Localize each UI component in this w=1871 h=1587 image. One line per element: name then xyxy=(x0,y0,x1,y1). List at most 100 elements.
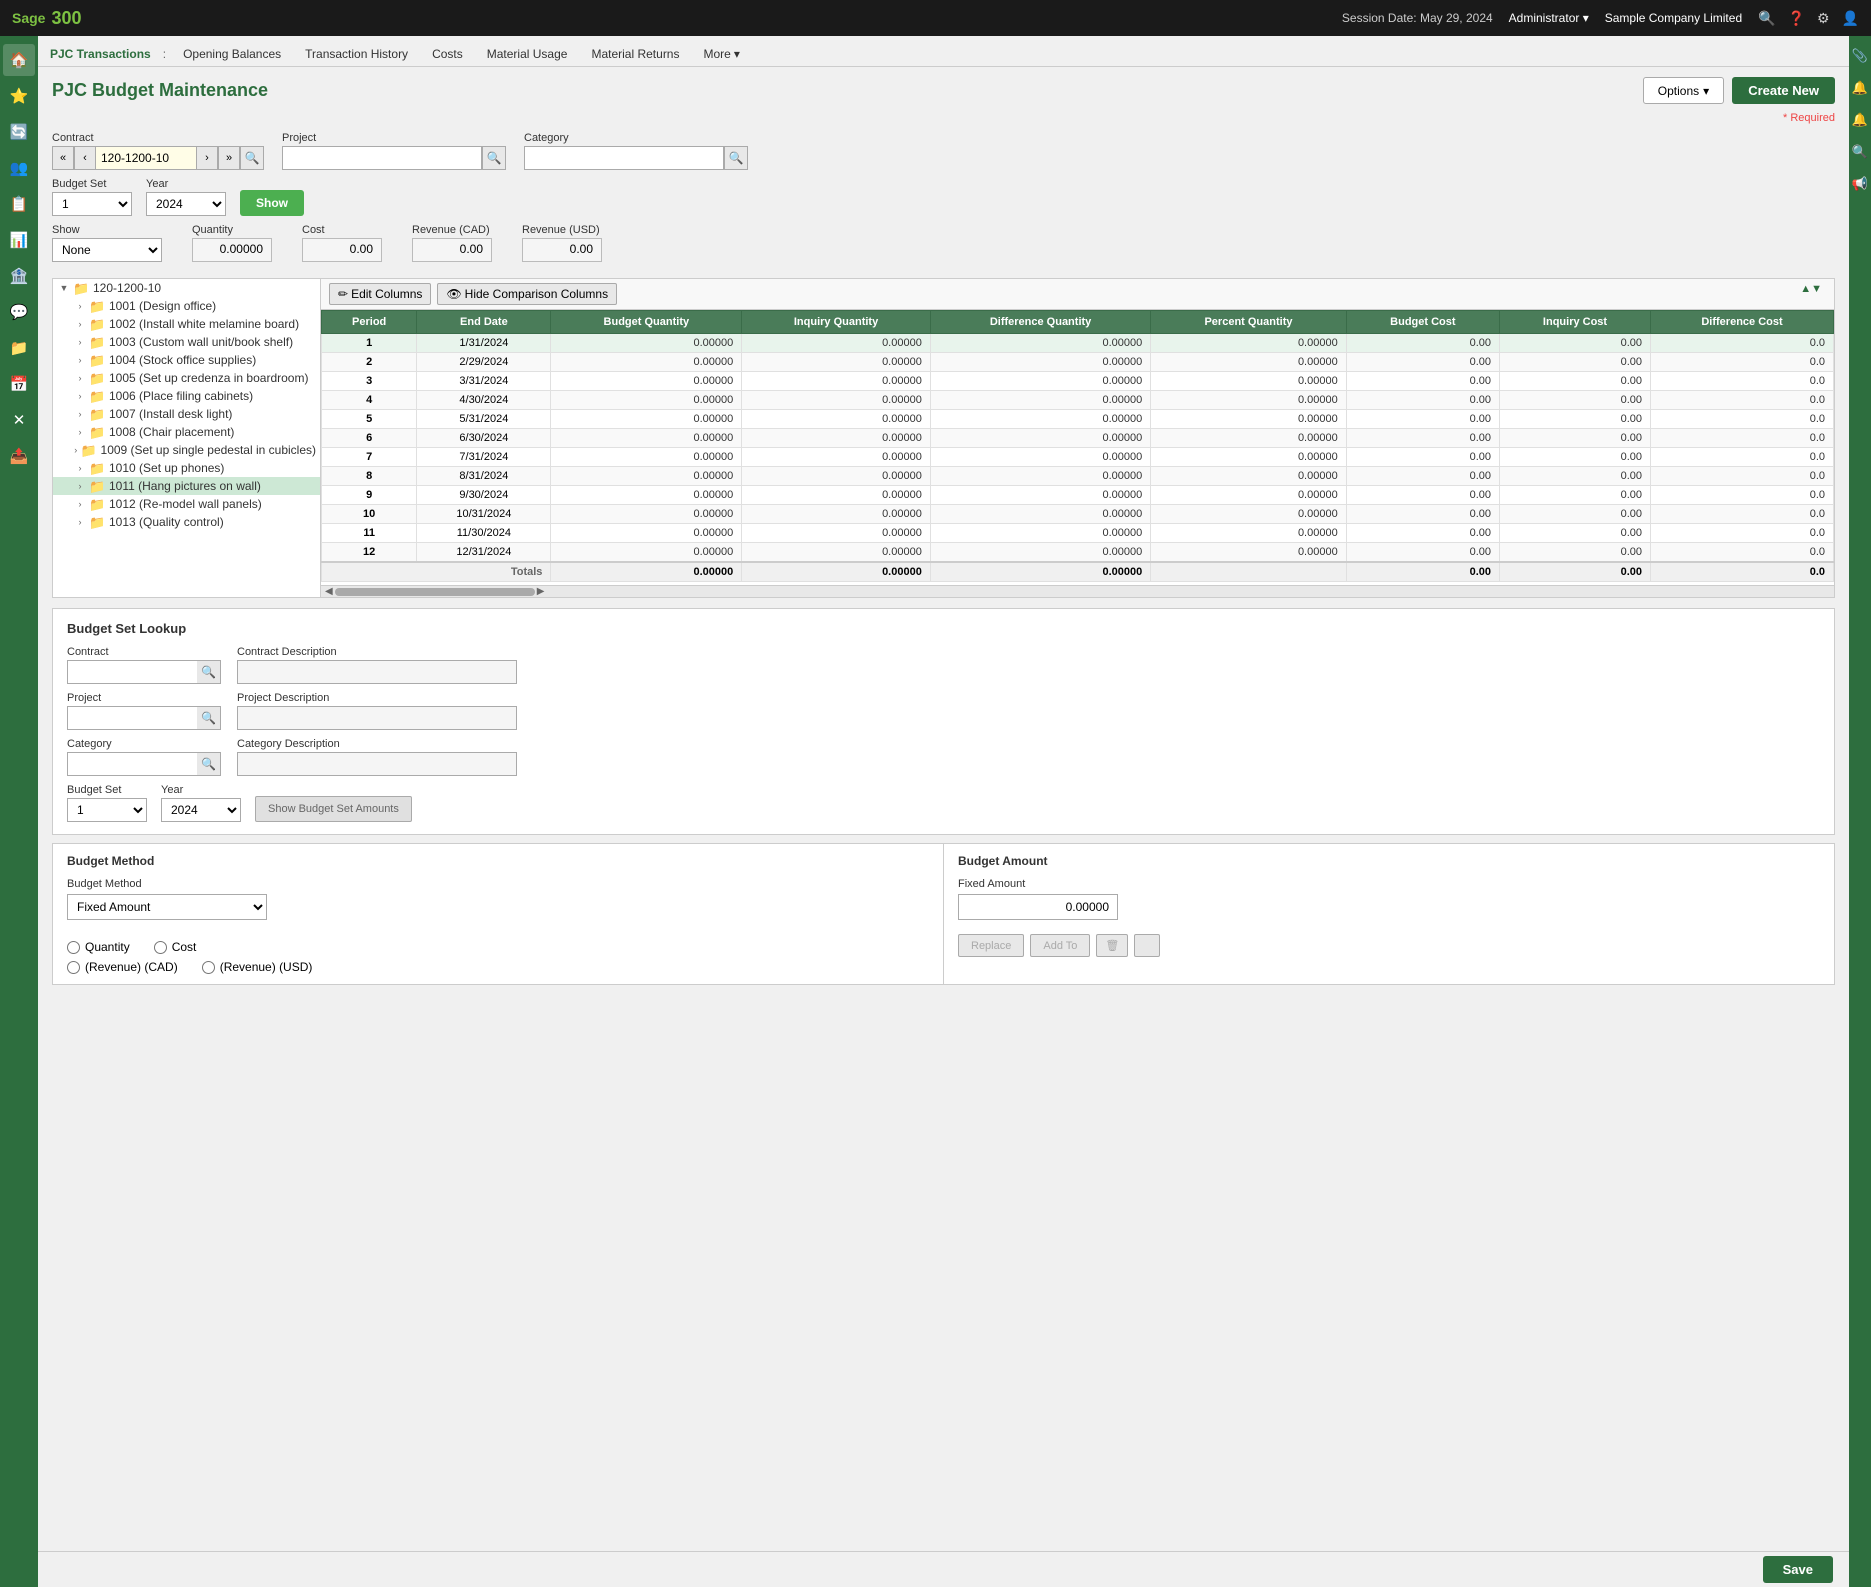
lookup-budget-set-select[interactable]: 1 xyxy=(67,798,147,822)
cell-period: 8 xyxy=(322,467,417,486)
contract-input[interactable] xyxy=(96,146,196,170)
tab-more[interactable]: More ▾ xyxy=(692,42,750,66)
radio-cost[interactable]: Cost xyxy=(154,940,197,954)
sidebar-recent[interactable]: 🔄 xyxy=(3,116,35,148)
right-announce-icon[interactable]: 📢 xyxy=(1851,172,1869,196)
right-bell-icon-2[interactable]: 🔔 xyxy=(1851,108,1869,132)
data-grid[interactable]: Period End Date Budget Quantity Inquiry … xyxy=(321,310,1834,585)
nav-group-label[interactable]: PJC Transactions xyxy=(50,47,151,61)
show-button[interactable]: Show xyxy=(240,190,304,216)
tab-transaction-history[interactable]: Transaction History xyxy=(294,42,419,66)
contract-first-btn[interactable]: « xyxy=(52,146,74,170)
scroll-thumb[interactable] xyxy=(335,588,535,596)
tree-item[interactable]: › 📁 1006 (Place filing cabinets) xyxy=(53,387,320,405)
sidebar-banking[interactable]: 🏦 xyxy=(3,260,35,292)
user-icon[interactable]: 👤 xyxy=(1842,10,1859,27)
tree-item[interactable]: › 📁 1012 (Re-model wall panels) xyxy=(53,495,320,513)
tree-item[interactable]: › 📁 1003 (Custom wall unit/book shelf) xyxy=(53,333,320,351)
expand-icon[interactable]: ▲▼ xyxy=(1796,283,1826,305)
cell-inquiry-cost: 0.00 xyxy=(1500,353,1651,372)
radio-cost-input[interactable] xyxy=(154,941,167,954)
show-budget-set-amounts-btn[interactable]: Show Budget Set Amounts xyxy=(255,796,412,822)
sidebar-files[interactable]: 📁 xyxy=(3,332,35,364)
budget-method-select[interactable]: Fixed Amount Spread Evenly By Period xyxy=(67,894,267,920)
right-bell-icon-1[interactable]: 🔔 xyxy=(1851,76,1869,100)
contract-prev-btn[interactable]: ‹ xyxy=(74,146,96,170)
tab-material-usage[interactable]: Material Usage xyxy=(476,42,579,66)
cell-diff-cost: 0.0 xyxy=(1651,524,1834,543)
tree-root[interactable]: ▼ 📁 120-1200-10 xyxy=(53,279,320,297)
sidebar-tasks[interactable]: 📋 xyxy=(3,188,35,220)
save-button[interactable]: Save xyxy=(1763,1556,1833,1583)
lookup-contract-input[interactable] xyxy=(67,660,197,684)
tab-opening-balances[interactable]: Opening Balances xyxy=(172,42,292,66)
radio-quantity[interactable]: Quantity xyxy=(67,940,130,954)
sidebar-messages[interactable]: 💬 xyxy=(3,296,35,328)
tree-item[interactable]: › 📁 1009 (Set up single pedestal in cubi… xyxy=(53,441,320,459)
tree-item-folder-icon: 📁 xyxy=(89,497,105,511)
help-icon[interactable]: ❓ xyxy=(1788,10,1805,27)
scroll-left-icon[interactable]: ◀ xyxy=(323,586,335,597)
lookup-project-search-btn[interactable]: 🔍 xyxy=(197,706,221,730)
lookup-project-input[interactable] xyxy=(67,706,197,730)
lookup-year-select[interactable]: 2024 xyxy=(161,798,241,822)
right-search-icon[interactable]: 🔍 xyxy=(1851,140,1869,164)
contract-next-btn[interactable]: › xyxy=(196,146,218,170)
fixed-amount-input[interactable] xyxy=(958,894,1118,920)
tree-item[interactable]: › 📁 1007 (Install desk light) xyxy=(53,405,320,423)
tree-item[interactable]: › 📁 1004 (Stock office supplies) xyxy=(53,351,320,369)
project-search-btn[interactable]: 🔍 xyxy=(482,146,506,170)
lookup-category-input[interactable] xyxy=(67,752,197,776)
tree-resize-handle[interactable] xyxy=(316,279,320,597)
sidebar-home[interactable]: 🏠 xyxy=(3,44,35,76)
admin-dropdown[interactable]: Administrator ▾ xyxy=(1509,11,1589,25)
tree-item[interactable]: › 📁 1010 (Set up phones) xyxy=(53,459,320,477)
sidebar-users[interactable]: 👥 xyxy=(3,152,35,184)
cell-diff-qty: 0.00000 xyxy=(930,353,1150,372)
year-select[interactable]: 2024 xyxy=(146,192,226,216)
edit-columns-button[interactable]: ✏ Edit Columns xyxy=(329,283,431,305)
tree-item[interactable]: › 📁 1002 (Install white melamine board) xyxy=(53,315,320,333)
scroll-right-icon[interactable]: ▶ xyxy=(535,586,547,597)
tree-item[interactable]: › 📁 1001 (Design office) xyxy=(53,297,320,315)
replace-button[interactable]: Replace xyxy=(958,934,1024,957)
tree-item[interactable]: › 📁 1011 (Hang pictures on wall) xyxy=(53,477,320,495)
lookup-category-desc-input xyxy=(237,752,517,776)
show-row: Show None Quantity 0.00000 Cost 0.00 Rev… xyxy=(52,224,1835,262)
category-search-btn[interactable]: 🔍 xyxy=(724,146,748,170)
sidebar-calendar[interactable]: 📅 xyxy=(3,368,35,400)
tree-item[interactable]: › 📁 1005 (Set up credenza in boardroom) xyxy=(53,369,320,387)
sidebar-reports[interactable]: 📊 xyxy=(3,224,35,256)
show-select[interactable]: None xyxy=(52,238,162,262)
budget-set-select[interactable]: 1 xyxy=(52,192,132,216)
search-icon[interactable]: 🔍 xyxy=(1758,10,1775,27)
create-new-button[interactable]: Create New xyxy=(1732,77,1835,104)
add-to-button[interactable]: Add To xyxy=(1030,934,1090,957)
tab-costs[interactable]: Costs xyxy=(421,42,474,66)
radio-revenue-usd[interactable]: (Revenue) (USD) xyxy=(202,960,313,974)
radio-revenue-cad[interactable]: (Revenue) (CAD) xyxy=(67,960,178,974)
sidebar-star[interactable]: ⭐ xyxy=(3,80,35,112)
category-input[interactable] xyxy=(524,146,724,170)
radio-revenue-usd-input[interactable] xyxy=(202,961,215,974)
tree-item[interactable]: › 📁 1013 (Quality control) xyxy=(53,513,320,531)
settings-icon[interactable]: ⚙ xyxy=(1817,10,1830,27)
options-button[interactable]: Options ▾ xyxy=(1643,77,1724,104)
sidebar-close[interactable]: ✕ xyxy=(3,404,35,436)
tab-material-returns[interactable]: Material Returns xyxy=(580,42,690,66)
contract-last-btn[interactable]: » xyxy=(218,146,240,170)
delete-button[interactable]: 🗑 xyxy=(1096,934,1128,957)
radio-quantity-input[interactable] xyxy=(67,941,80,954)
sidebar-export[interactable]: 📤 xyxy=(3,440,35,472)
radio-revenue-cad-input[interactable] xyxy=(67,961,80,974)
blank-action-button[interactable] xyxy=(1134,934,1160,957)
project-input[interactable] xyxy=(282,146,482,170)
tree-item[interactable]: › 📁 1008 (Chair placement) xyxy=(53,423,320,441)
lookup-category-search-btn[interactable]: 🔍 xyxy=(197,752,221,776)
lookup-contract-search-btn[interactable]: 🔍 xyxy=(197,660,221,684)
lookup-contract-desc-input xyxy=(237,660,517,684)
contract-search-btn[interactable]: 🔍 xyxy=(240,146,264,170)
hide-comparison-button[interactable]: 👁 Hide Comparison Columns xyxy=(437,283,617,305)
h-scrollbar[interactable]: ◀ ▶ xyxy=(321,585,1834,597)
right-attach-icon[interactable]: 📎 xyxy=(1851,44,1869,68)
